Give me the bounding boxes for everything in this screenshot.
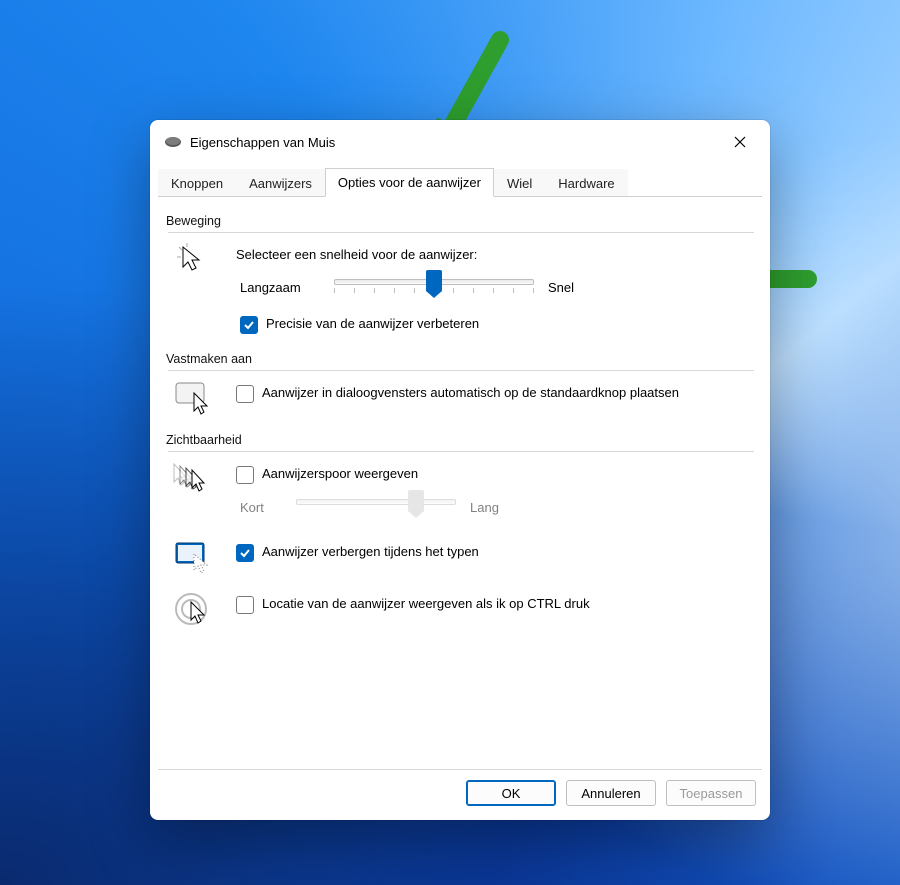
group-sep [168,370,754,371]
cancel-button[interactable]: Annuleren [566,780,656,806]
hide-typing-icon [166,540,222,574]
snap-to-label: Aanwijzer in dialoogvensters automatisch… [262,385,679,402]
close-button[interactable] [718,128,762,156]
dialog-body: Beweging Selecteer een snelheid voor de … [150,198,770,763]
ctrl-locate-checkbox[interactable] [236,596,254,614]
ctrl-locate-label: Locatie van de aanwijzer weergeven als i… [262,596,590,613]
group-zichtbaarheid: Zichtbaarheid [166,433,754,630]
tab-opties-aanwijzer[interactable]: Opties voor de aanwijzer [325,168,494,197]
desktop-background: Eigenschappen van Muis Knoppen Aanwijzer… [0,0,900,885]
ok-button[interactable]: OK [466,780,556,806]
dialog-footer: OK Annuleren Toepassen [150,770,770,820]
titlebar[interactable]: Eigenschappen van Muis [150,120,770,164]
snap-to-icon [166,381,222,415]
pointer-trails-icon [166,462,222,496]
window-title: Eigenschappen van Muis [190,135,710,150]
hide-while-typing-checkbox[interactable] [236,544,254,562]
trails-long-label: Lang [470,500,499,515]
dialog-window: Eigenschappen van Muis Knoppen Aanwijzer… [150,120,770,820]
enhance-precision-checkbox[interactable] [240,316,258,334]
group-sep [168,232,754,233]
pointer-trails-label: Aanwijzerspoor weergeven [262,466,418,483]
group-sep [168,451,754,452]
enhance-precision-label: Precisie van de aanwijzer verbeteren [266,316,479,333]
mouse-icon [164,135,182,149]
snap-to-checkbox[interactable] [236,385,254,403]
tab-aanwijzers[interactable]: Aanwijzers [236,169,325,197]
group-beweging: Beweging Selecteer een snelheid voor de … [166,214,754,334]
pointer-speed-slider[interactable] [334,272,534,302]
trails-short-label: Kort [240,500,282,515]
speed-fast-label: Snel [548,280,574,295]
group-title-beweging: Beweging [166,214,754,228]
pointer-trails-checkbox[interactable] [236,466,254,484]
pointer-speed-icon [166,243,222,277]
pointer-trails-slider [296,492,456,522]
tab-strip: Knoppen Aanwijzers Opties voor de aanwij… [150,168,770,197]
tab-wiel[interactable]: Wiel [494,169,545,197]
tab-hardware[interactable]: Hardware [545,169,627,197]
ctrl-locate-icon [166,592,222,630]
group-title-vastmaken: Vastmaken aan [166,352,754,366]
apply-button[interactable]: Toepassen [666,780,756,806]
hide-while-typing-label: Aanwijzer verbergen tijdens het typen [262,544,479,561]
close-icon [734,136,746,148]
group-vastmaken: Vastmaken aan Aanwijzer in dialoogvenste… [166,352,754,415]
speed-subtitle: Selecteer een snelheid voor de aanwijzer… [236,247,754,262]
tab-knoppen[interactable]: Knoppen [158,169,236,197]
group-title-zichtbaarheid: Zichtbaarheid [166,433,754,447]
speed-slow-label: Langzaam [240,280,320,295]
